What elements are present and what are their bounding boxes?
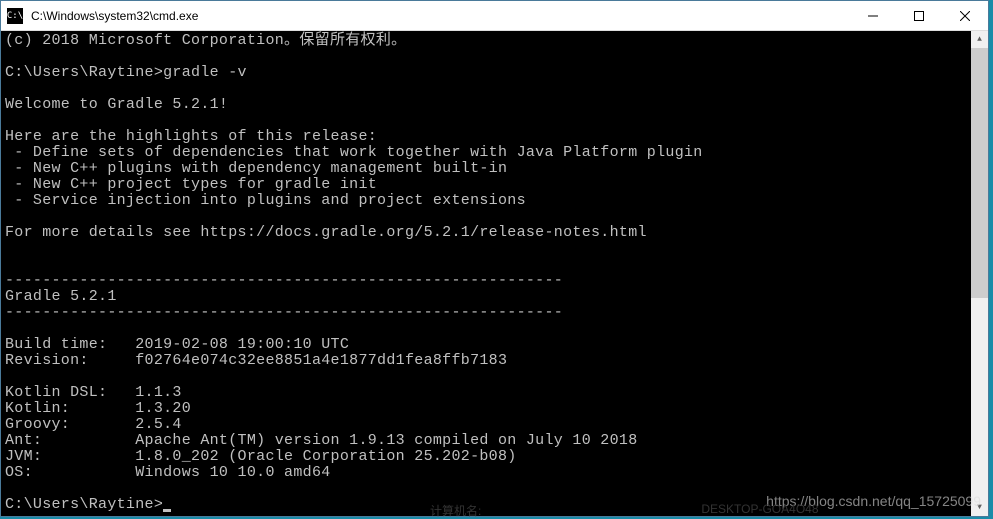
titlebar[interactable]: C:\ C:\Windows\system32\cmd.exe: [1, 1, 988, 31]
cmd-window: C:\ C:\Windows\system32\cmd.exe (c) 2018…: [0, 0, 989, 517]
blank-line: [5, 369, 984, 385]
blank-line: [5, 481, 984, 497]
highlight-item: - New C++ project types for gradle init: [5, 177, 984, 193]
console-output[interactable]: (c) 2018 Microsoft Corporation。保留所有权利。 C…: [1, 31, 988, 516]
revision: Revision: f02764e074c32ee8851a4e1877dd1f…: [5, 353, 984, 369]
copyright-line: (c) 2018 Microsoft Corporation。保留所有权利。: [5, 33, 984, 49]
highlights-header: Here are the highlights of this release:: [5, 129, 984, 145]
taskbar-fragment: 计算机名: DESKTOP-GOA4O48: [430, 502, 819, 519]
details-line: For more details see https://docs.gradle…: [5, 225, 984, 241]
blank-line: [5, 49, 984, 65]
jvm: JVM: 1.8.0_202 (Oracle Corporation 25.20…: [5, 449, 984, 465]
command-prompt: C:\Users\Raytine>gradle -v: [5, 65, 984, 81]
highlight-item: - Service injection into plugins and pro…: [5, 193, 984, 209]
computer-name-value: DESKTOP-GOA4O48: [701, 502, 818, 519]
blank-line: [5, 113, 984, 129]
blank-line: [5, 321, 984, 337]
maximize-button[interactable]: [896, 1, 942, 31]
cursor: [163, 509, 171, 512]
computer-name-label: 计算机名:: [430, 502, 481, 519]
divider-line: ----------------------------------------…: [5, 305, 984, 321]
kotlin-dsl: Kotlin DSL: 1.1.3: [5, 385, 984, 401]
scrollbar-thumb[interactable]: [971, 48, 988, 298]
gradle-version: Gradle 5.2.1: [5, 289, 984, 305]
highlight-item: - Define sets of dependencies that work …: [5, 145, 984, 161]
vertical-scrollbar[interactable]: ▲ ▼: [971, 31, 988, 516]
close-button[interactable]: [942, 1, 988, 31]
window-controls: [850, 1, 988, 30]
minimize-button[interactable]: [850, 1, 896, 31]
highlight-item: - New C++ plugins with dependency manage…: [5, 161, 984, 177]
ant: Ant: Apache Ant(TM) version 1.9.13 compi…: [5, 433, 984, 449]
blank-line: [5, 257, 984, 273]
blank-line: [5, 241, 984, 257]
os: OS: Windows 10 10.0 amd64: [5, 465, 984, 481]
divider-line: ----------------------------------------…: [5, 273, 984, 289]
kotlin: Kotlin: 1.3.20: [5, 401, 984, 417]
welcome-line: Welcome to Gradle 5.2.1!: [5, 97, 984, 113]
cmd-icon: C:\: [7, 8, 23, 24]
scroll-down-button[interactable]: ▼: [971, 499, 988, 516]
window-title: C:\Windows\system32\cmd.exe: [29, 9, 850, 23]
groovy: Groovy: 2.5.4: [5, 417, 984, 433]
scroll-up-button[interactable]: ▲: [971, 31, 988, 48]
blank-line: [5, 81, 984, 97]
build-time: Build time: 2019-02-08 19:00:10 UTC: [5, 337, 984, 353]
blank-line: [5, 209, 984, 225]
